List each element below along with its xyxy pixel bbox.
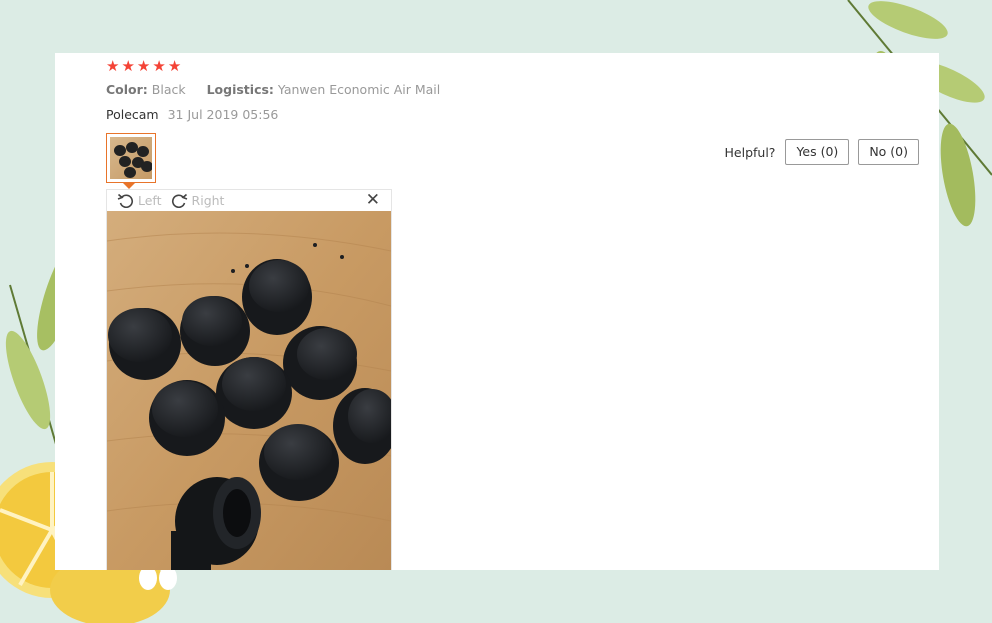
thumbnail-image [110,137,152,179]
review-author-line: Polecam 31 Jul 2019 05:56 [106,107,278,122]
star-icon: ★ [167,57,182,75]
viewer-toolbar: Left Right ✕ [107,190,391,211]
helpful-no-button[interactable]: No (0) [858,139,919,165]
logistics-value: Yanwen Economic Air Mail [277,82,441,97]
photo-viewer: Left Right ✕ [106,189,392,570]
helpful-vote: Helpful? Yes (0) No (0) [725,139,919,165]
star-rating: ★ ★ ★ ★ ★ [106,58,181,74]
helpful-yes-button[interactable]: Yes (0) [785,139,850,165]
author-name: Polecam [106,107,159,122]
rotate-left-button[interactable]: Left [117,193,162,208]
review-attributes: Color: Black Logistics: Yanwen Economic … [106,82,440,97]
color-value: Black [151,82,186,97]
rotate-right-button[interactable]: Right [171,193,225,208]
rotate-right-icon [171,193,187,208]
helpful-label: Helpful? [724,144,776,160]
product-photo [107,211,391,570]
rotate-right-label: Right [191,193,225,208]
star-icon: ★ [152,57,166,75]
close-icon[interactable]: ✕ [366,191,380,209]
star-icon: ★ [121,57,135,75]
rotate-left-label: Left [138,193,162,208]
photo-thumbnail[interactable] [106,133,156,183]
rotate-left-icon [117,193,134,208]
logistics-label: Logistics: [206,82,274,97]
star-icon: ★ [106,57,120,75]
review-card: ★ ★ ★ ★ ★ Color: Black Logistics: Yanwen… [55,53,939,570]
review-date: 31 Jul 2019 05:56 [167,107,279,122]
color-label: Color: [106,82,148,97]
star-icon: ★ [136,57,151,75]
